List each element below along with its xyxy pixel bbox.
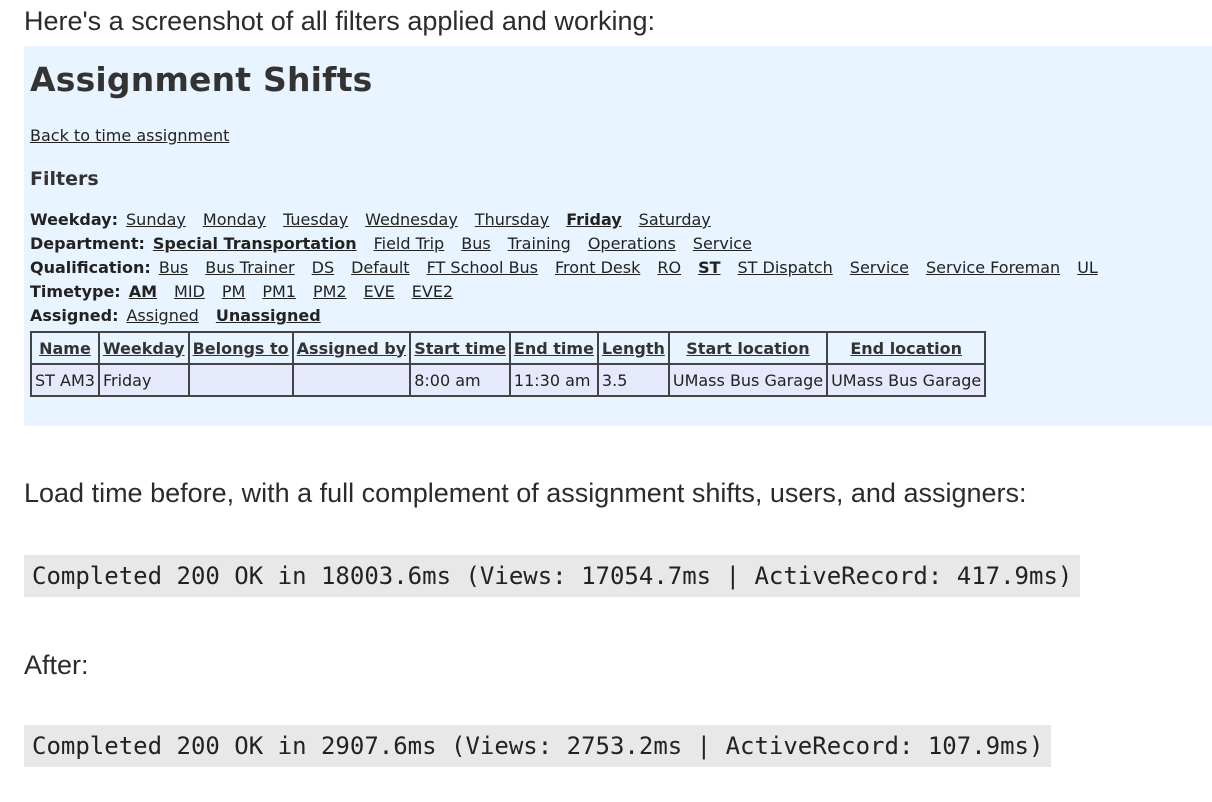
- filter-option-assigned[interactable]: Assigned: [126, 306, 198, 325]
- column-header-belongs-to[interactable]: Belongs to: [187, 331, 294, 365]
- filter-option-eve2[interactable]: EVE2: [412, 282, 453, 301]
- filter-option-ds[interactable]: DS: [312, 258, 334, 277]
- cell-end-location: UMass Bus Garage: [826, 363, 987, 397]
- filter-label: Department:: [30, 234, 145, 253]
- filter-option-service-foreman[interactable]: Service Foreman: [926, 258, 1060, 277]
- filter-option-pm2[interactable]: PM2: [313, 282, 347, 301]
- filter-row-timetype: Timetype: AM MID PM PM1 PM2 EVE EVE2: [30, 282, 470, 301]
- filter-option-ro[interactable]: RO: [657, 258, 681, 277]
- cell-end-time: 11:30 am: [508, 363, 599, 397]
- intro-text: Here's a screenshot of all filters appli…: [24, 6, 655, 36]
- cell-start-time: 8:00 am: [409, 363, 511, 397]
- cell-assigned-by: [291, 363, 412, 397]
- cell-length: 3.5: [596, 363, 670, 397]
- filter-option-friday[interactable]: Friday: [566, 210, 621, 229]
- filter-row-department: Department: Special Transportation Field T…: [30, 234, 769, 253]
- filter-option-ft-school-bus[interactable]: FT School Bus: [427, 258, 538, 277]
- log-after: Completed 200 OK in 2907.6ms (Views: 275…: [24, 725, 1052, 767]
- table-header-row: Name Weekday Belongs to Assigned by Start ti…: [30, 331, 987, 365]
- filter-option-saturday[interactable]: Saturday: [639, 210, 711, 229]
- column-header-end-time[interactable]: End time: [508, 331, 599, 365]
- filter-option-thursday[interactable]: Thursday: [475, 210, 549, 229]
- column-header-start-location[interactable]: Start location: [667, 331, 829, 365]
- back-to-time-assignment-link[interactable]: Back to time assignment: [30, 126, 229, 145]
- filter-option-unassigned[interactable]: Unassigned: [216, 306, 321, 325]
- filter-row-assigned: Assigned: Assigned Unassigned: [30, 306, 338, 325]
- filter-option-training[interactable]: Training: [508, 234, 571, 253]
- filter-option-sunday[interactable]: Sunday: [126, 210, 186, 229]
- filter-option-monday[interactable]: Monday: [203, 210, 266, 229]
- column-header-length[interactable]: Length: [596, 331, 670, 365]
- filter-option-bus-trainer[interactable]: Bus Trainer: [205, 258, 294, 277]
- filter-option-special-transportation[interactable]: Special Transportation: [153, 234, 357, 253]
- filter-option-wednesday[interactable]: Wednesday: [365, 210, 458, 229]
- filter-option-operations[interactable]: Operations: [588, 234, 676, 253]
- filter-option-front-desk[interactable]: Front Desk: [555, 258, 640, 277]
- filter-option-eve[interactable]: EVE: [364, 282, 395, 301]
- filter-row-weekday: Weekday: Sunday Monday Tuesday Wednesday Thur…: [30, 210, 728, 229]
- filter-option-st[interactable]: ST: [698, 258, 720, 277]
- after-text: After:: [24, 650, 89, 680]
- filter-option-mid[interactable]: MID: [174, 282, 205, 301]
- column-header-weekday[interactable]: Weekday: [97, 331, 190, 365]
- filter-option-ul[interactable]: UL: [1077, 258, 1098, 277]
- table-row: ST AM3 Friday 8:00 am 11:30 am 3.5 UMass Bus …: [30, 363, 987, 397]
- filter-option-pm[interactable]: PM: [222, 282, 245, 301]
- load-before-text: Load time before, with a full complement…: [24, 478, 1027, 508]
- table-body: ST AM3 Friday 8:00 am 11:30 am 3.5 UMass Bus …: [30, 363, 987, 397]
- filter-option-bus[interactable]: Bus: [461, 234, 490, 253]
- filter-option-service[interactable]: Service: [693, 234, 752, 253]
- filter-label: Qualification:: [30, 258, 151, 277]
- filter-option-field-trip[interactable]: Field Trip: [374, 234, 445, 253]
- filter-option-st-dispatch[interactable]: ST Dispatch: [738, 258, 833, 277]
- filter-option-tuesday[interactable]: Tuesday: [283, 210, 348, 229]
- column-header-name[interactable]: Name: [30, 331, 100, 365]
- filter-label: Timetype:: [30, 282, 121, 301]
- page-title: Assignment Shifts: [30, 60, 373, 99]
- filters-heading: Filters: [30, 168, 99, 190]
- log-before: Completed 200 OK in 18003.6ms (Views: 17…: [24, 555, 1081, 597]
- screenshot-panel: Assignment Shifts Back to time assignmen…: [24, 46, 1212, 426]
- cell-name: ST AM3: [30, 363, 100, 397]
- column-header-assigned-by[interactable]: Assigned by: [291, 331, 412, 365]
- filter-label: Assigned:: [30, 306, 119, 325]
- filter-option-pm1[interactable]: PM1: [262, 282, 296, 301]
- column-header-end-location[interactable]: End location: [826, 331, 987, 365]
- filter-option-default[interactable]: Default: [351, 258, 409, 277]
- cell-weekday: Friday: [97, 363, 190, 397]
- filter-row-qualification: Qualification: Bus Bus Trainer DS Default FT …: [30, 258, 1115, 277]
- column-header-start-time[interactable]: Start time: [409, 331, 511, 365]
- filter-label: Weekday:: [30, 210, 119, 229]
- filter-option-bus[interactable]: Bus: [159, 258, 188, 277]
- shifts-table: Name Weekday Belongs to Assigned by Start ti…: [30, 331, 987, 397]
- cell-belongs-to: [187, 363, 294, 397]
- cell-start-location: UMass Bus Garage: [667, 363, 829, 397]
- filter-option-service[interactable]: Service: [850, 258, 909, 277]
- filter-option-am[interactable]: AM: [129, 282, 157, 301]
